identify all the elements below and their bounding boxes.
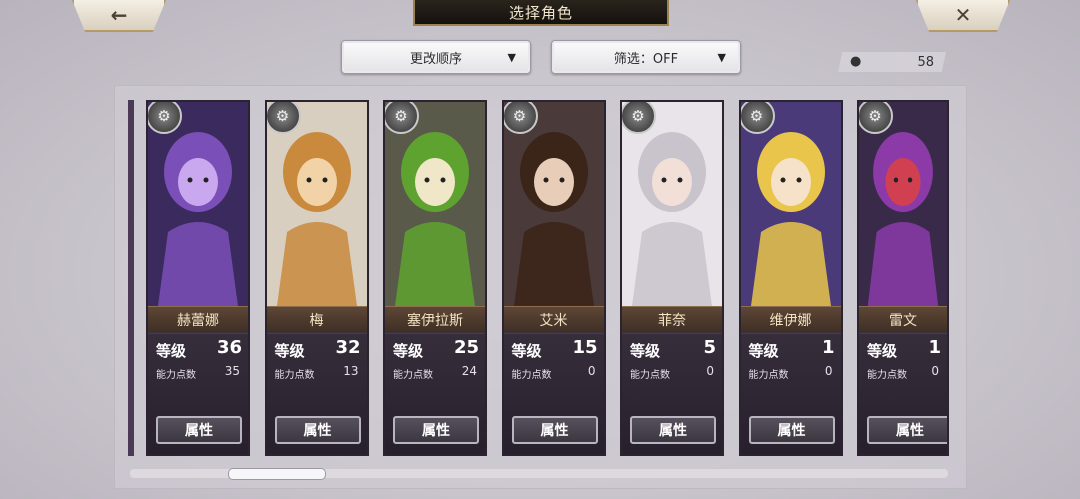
- ability-points-value: 24: [461, 364, 477, 378]
- attributes-button[interactable]: 属性: [156, 416, 242, 444]
- level-label: 等级: [274, 342, 305, 360]
- ability-points-label: 能力点数: [511, 370, 552, 381]
- character-name: 赫蕾娜: [148, 306, 248, 334]
- back-button[interactable]: ←: [72, 0, 166, 32]
- character-stats: 等级 32 能力点数 13 属性: [266, 332, 367, 454]
- filter-dropdown[interactable]: 筛选：OFF ▼: [551, 40, 741, 74]
- level-label: 等级: [630, 342, 661, 360]
- character-name: 菲奈: [622, 306, 722, 334]
- scrollbar-thumb[interactable]: [228, 468, 326, 480]
- caret-down-icon: ▼: [717, 51, 726, 64]
- ability-points-value: 0: [931, 364, 939, 378]
- attributes-button[interactable]: 属性: [274, 416, 361, 444]
- back-arrow-icon: ←: [110, 3, 128, 27]
- ability-points-label: 能力点数: [393, 370, 433, 381]
- character-stats: 等级 25 能力点数 24 属性: [385, 332, 485, 454]
- level-value: 1: [821, 337, 835, 358]
- page-title: 选择角色: [413, 0, 669, 26]
- level-value: 32: [335, 337, 361, 358]
- attributes-button[interactable]: 属性: [630, 416, 716, 444]
- character-card[interactable]: ⚙ 雷文 等级 1 能力点数 0 属性: [857, 100, 949, 456]
- level-label: 等级: [867, 342, 898, 360]
- attributes-button[interactable]: 属性: [393, 416, 479, 444]
- ability-points-value: 0: [706, 364, 714, 378]
- attributes-button[interactable]: 属性: [867, 416, 947, 444]
- whip-icon: ⚙: [740, 102, 775, 134]
- character-stats: 等级 1 能力点数 0 属性: [740, 332, 841, 454]
- character-card[interactable]: ⚙ 菲奈 等级 5 能力点数 0 属性: [620, 100, 724, 456]
- character-name: 维伊娜: [740, 306, 841, 334]
- level-label: 等级: [156, 342, 187, 360]
- character-card[interactable]: ⚙ 赫蕾娜 等级 36 能力点数 35 属性: [146, 100, 250, 456]
- character-stats: 等级 15 能力点数 0 属性: [503, 332, 604, 454]
- ability-points-label: 能力点数: [630, 370, 670, 381]
- level-label: 等级: [748, 342, 779, 360]
- ability-points-value: 0: [587, 364, 596, 378]
- level-label: 等级: [511, 342, 542, 360]
- attributes-button[interactable]: 属性: [511, 416, 598, 444]
- hammer-icon: ⚙: [266, 102, 301, 134]
- character-name: 艾米: [503, 306, 604, 334]
- character-card[interactable]: ⚙ 维伊娜 等级 1 能力点数 0 属性: [738, 100, 843, 456]
- character-count: 58: [917, 55, 934, 70]
- level-label: 等级: [393, 342, 424, 360]
- level-value: 25: [453, 337, 479, 358]
- caret-down-icon: ▼: [507, 51, 516, 64]
- close-icon: ✕: [954, 3, 972, 27]
- sort-order-label: 更改顺序: [409, 51, 462, 67]
- character-stats: 等级 5 能力点数 0 属性: [622, 332, 722, 454]
- level-value: 36: [216, 337, 242, 358]
- character-name: 梅: [266, 306, 367, 334]
- character-name: 雷文: [859, 306, 947, 334]
- character-name: 塞伊拉斯: [385, 306, 485, 334]
- sort-order-dropdown[interactable]: 更改顺序 ▼: [341, 40, 531, 74]
- filter-label: 筛选：OFF: [613, 51, 679, 67]
- ability-points-label: 能力点数: [867, 370, 907, 381]
- character-stats: 等级 36 能力点数 35 属性: [148, 332, 248, 454]
- ability-points-value: 35: [224, 364, 240, 378]
- character-card[interactable]: ⚙ 艾米 等级 15 能力点数 0 属性: [501, 100, 606, 456]
- person-icon: ●: [850, 54, 862, 69]
- previous-card-edge: [128, 100, 134, 456]
- ability-points-label: 能力点数: [274, 370, 315, 381]
- close-button[interactable]: ✕: [916, 0, 1010, 32]
- character-card[interactable]: ⚙ 梅 等级 32 能力点数 13 属性: [264, 100, 369, 456]
- level-value: 15: [572, 337, 598, 358]
- fist-icon: ⚙: [503, 102, 538, 134]
- ability-points-label: 能力点数: [156, 370, 196, 381]
- level-value: 5: [703, 337, 716, 358]
- ability-points-value: 0: [824, 364, 833, 378]
- character-card[interactable]: ⚙ 塞伊拉斯 等级 25 能力点数 24 属性: [383, 100, 487, 456]
- level-value: 1: [928, 337, 941, 358]
- ability-points-value: 13: [343, 364, 359, 378]
- attributes-button[interactable]: 属性: [748, 416, 835, 444]
- ability-points-label: 能力点数: [748, 370, 789, 381]
- character-stats: 等级 1 能力点数 0 属性: [859, 332, 947, 454]
- character-count-badge: ● 58: [838, 52, 946, 72]
